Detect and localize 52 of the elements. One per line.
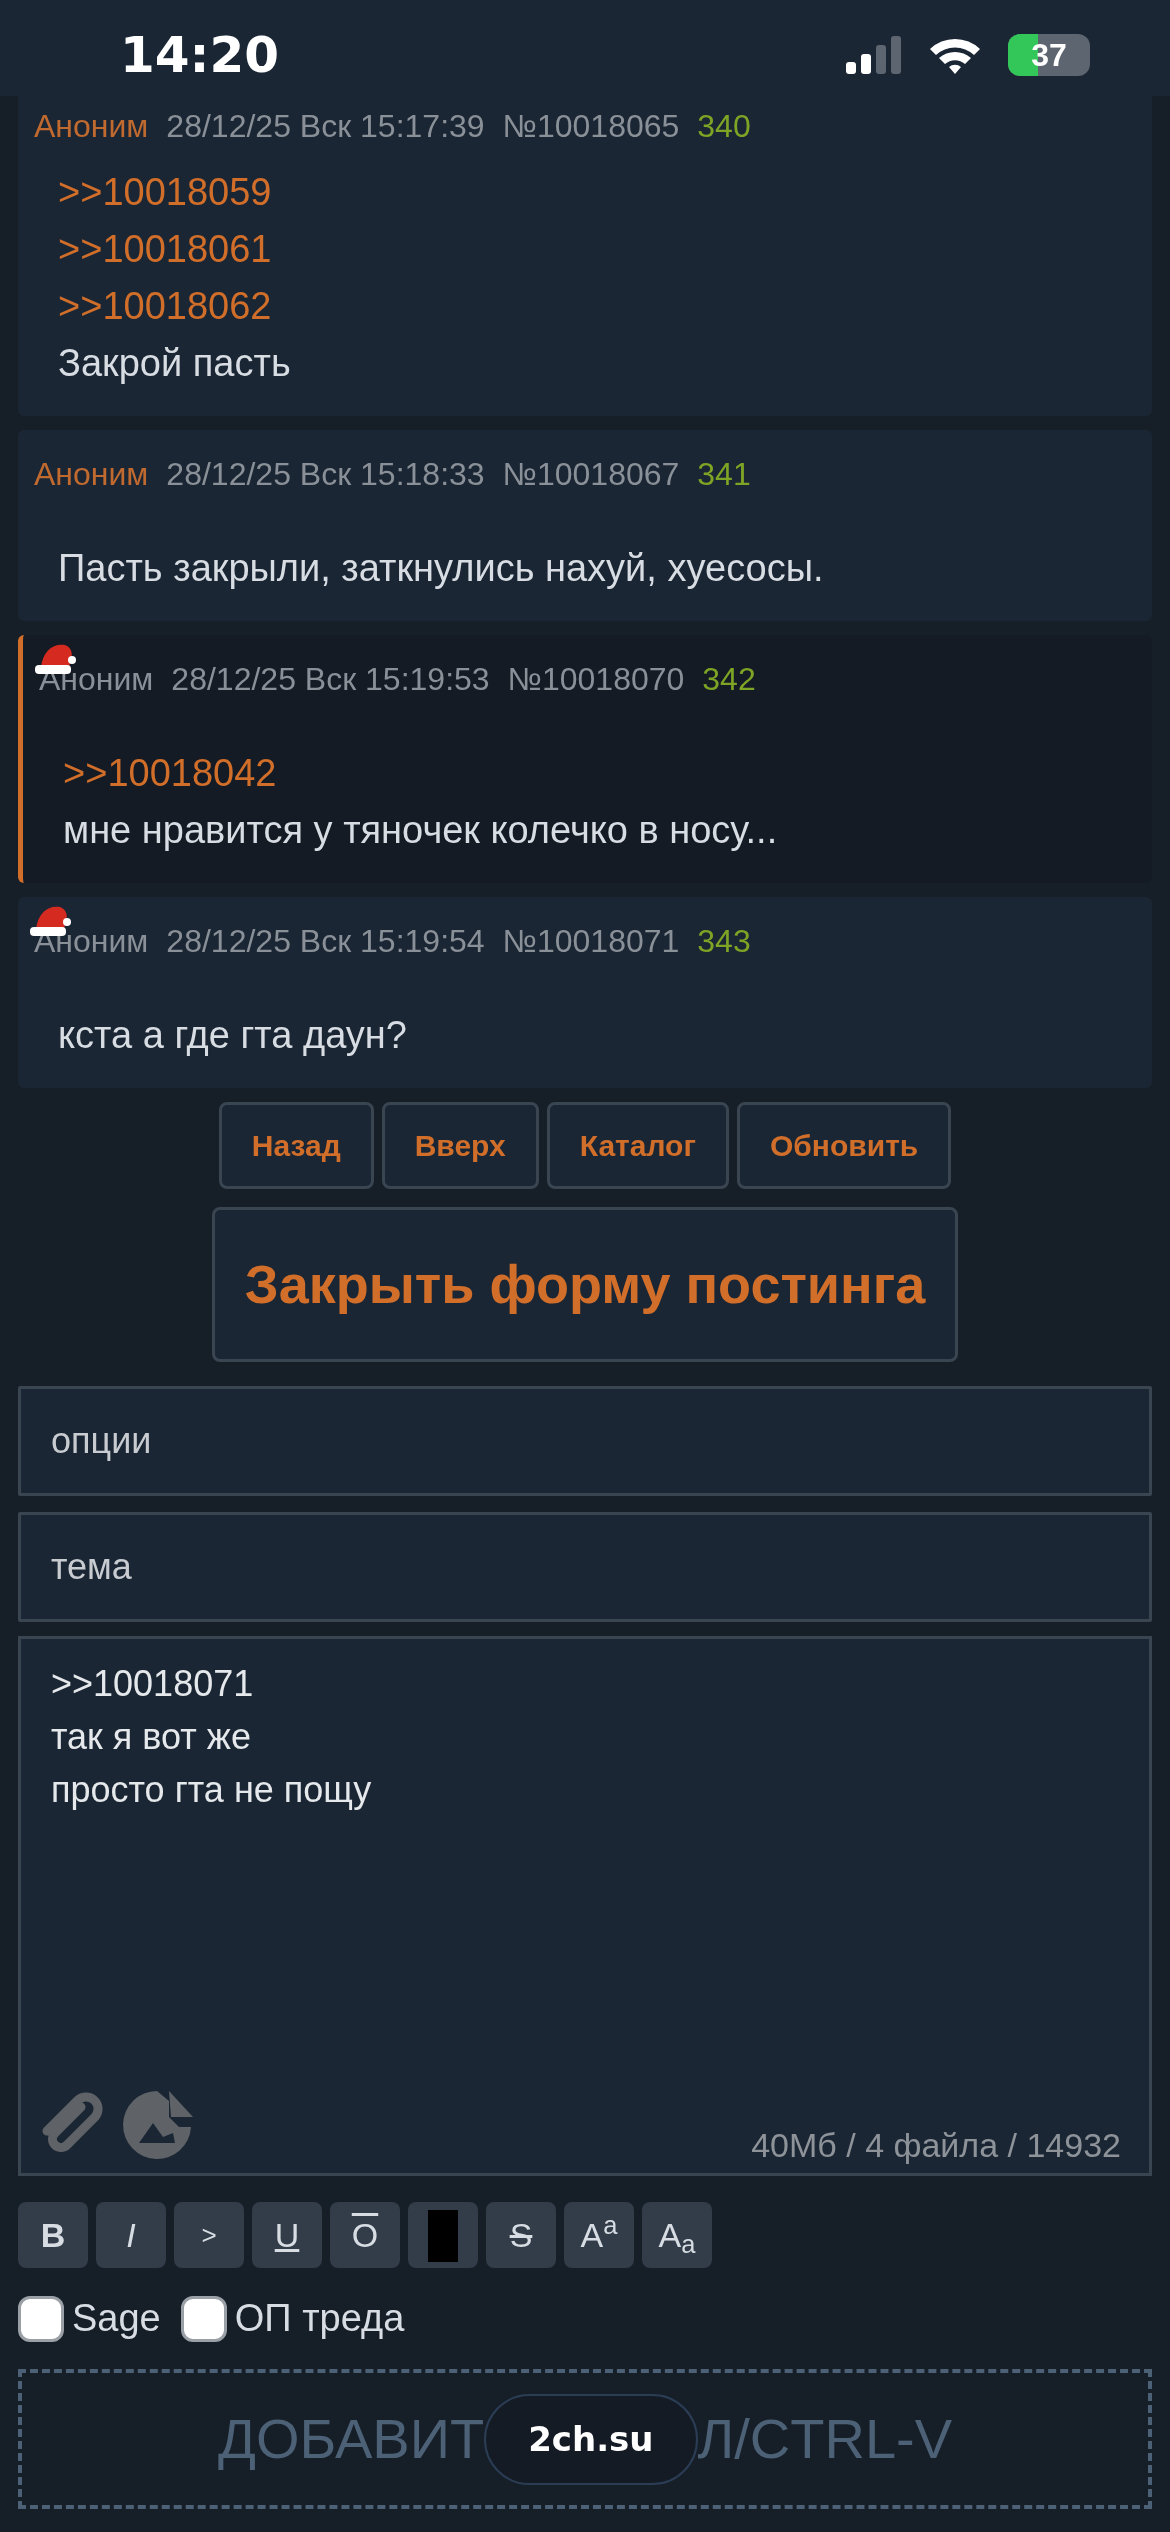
checkbox[interactable]	[18, 2295, 64, 2342]
drop-zone-text: ДОБАВИТ	[217, 2406, 485, 2472]
post-count: 343	[697, 922, 751, 961]
reply-link[interactable]: >>10018061	[58, 221, 272, 278]
file-limits: 40Мб / 4 файла / 14932	[751, 2125, 1121, 2166]
nav-button[interactable]: Обновить	[736, 1102, 952, 1189]
close-form-button[interactable]: Закрыть форму постинга	[211, 1207, 959, 1362]
post-text: кста а где гта даун?	[58, 1013, 407, 1058]
reply-link[interactable]: >>10018062	[58, 278, 272, 335]
post-date: 28/12/25 Вск 15:19:54	[166, 922, 485, 961]
subject-field[interactable]: тема	[18, 1512, 1152, 1622]
message-field[interactable]: >>10018071 так я вот же просто гта не пощу 40Мб / 4 файла / 14932	[18, 1636, 1152, 2176]
author-name: Аноним	[34, 107, 149, 146]
format-overline-button[interactable]: O	[330, 2202, 400, 2268]
post-date: 28/12/25 Вск 15:19:53	[171, 660, 490, 699]
format-underline-button[interactable]: U	[252, 2202, 322, 2268]
checkbox-label: ОП треда	[234, 2296, 405, 2341]
nav-button[interactable]: Назад	[218, 1102, 374, 1189]
nav-button[interactable]: Вверх	[381, 1102, 539, 1189]
nav-button[interactable]: Каталог	[546, 1102, 729, 1189]
post-count: 341	[697, 455, 751, 494]
format-sub-button[interactable]: A$_{a}$	[642, 2202, 712, 2268]
post-count: 342	[702, 660, 756, 699]
file-drop-zone[interactable]: ДОБАВИТ 2ch.su Л/CTRL-V	[18, 2369, 1152, 2509]
post-number[interactable]: №10018070	[507, 655, 685, 703]
post-number[interactable]: №10018065	[502, 102, 680, 150]
drop-zone-text: Л/CTRL-V	[697, 2406, 953, 2472]
reply-link[interactable]: >>10018042	[63, 745, 277, 802]
url-pill[interactable]: 2ch.su	[484, 2393, 698, 2485]
format-italic-button[interactable]: I	[96, 2202, 166, 2268]
post-text: мне нравится у тяночек колечко в носу...	[63, 808, 778, 853]
format-strike-button[interactable]: S	[486, 2202, 556, 2268]
author-name: Аноним	[34, 455, 149, 494]
reply-link[interactable]: >>10018059	[58, 164, 272, 221]
post-number[interactable]: №10018067	[502, 450, 680, 498]
signal-icon	[846, 36, 902, 74]
checkbox[interactable]	[180, 2295, 227, 2342]
format-quote-button[interactable]: >	[174, 2202, 244, 2268]
checkbox-label: Sage	[72, 2296, 161, 2341]
post-date: 28/12/25 Вск 15:17:39	[166, 107, 485, 146]
format-bold-button[interactable]: B	[18, 2202, 88, 2268]
format-sup-button[interactable]: A$^{a}$	[564, 2202, 634, 2268]
options-field[interactable]: опции	[18, 1386, 1152, 1496]
post-count: 340	[697, 107, 751, 146]
post-number[interactable]: №10018071	[502, 917, 680, 965]
author-name: Аноним	[34, 922, 149, 961]
status-time: 14:20	[120, 24, 280, 86]
post-text: Закрой пасть	[58, 341, 291, 386]
post-date: 28/12/25 Вск 15:18:33	[166, 455, 485, 494]
spoiler-button[interactable]	[408, 2202, 478, 2268]
post-text: Пасть закрыли, заткнулись нахуй, хуесосы.	[58, 546, 824, 591]
author-name: Аноним	[39, 660, 154, 699]
